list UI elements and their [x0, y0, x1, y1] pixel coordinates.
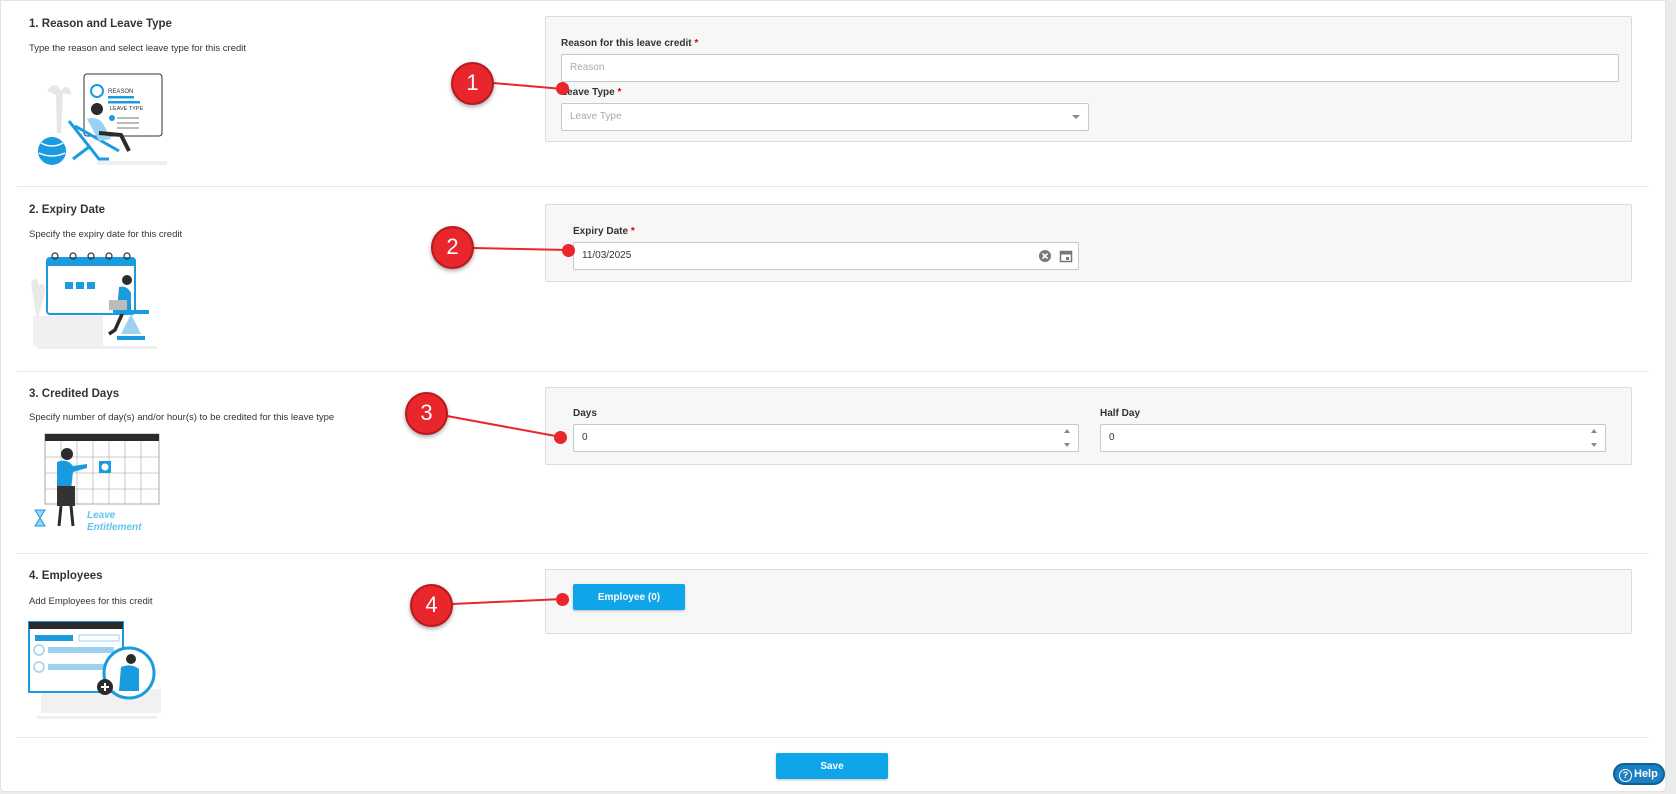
callout-leader-lines [446, 82, 570, 605]
help-icon: ? [1619, 769, 1632, 782]
callout-badge-2: 2 [431, 226, 474, 269]
leave-credit-form: 1. Reason and Leave Type Type the reason… [0, 0, 1666, 792]
callout-dot-4 [556, 593, 569, 606]
callout-dot-1 [556, 82, 569, 95]
callout-badge-3: 3 [405, 392, 448, 435]
callout-badge-4: 4 [410, 584, 453, 627]
callout-badge-1: 1 [451, 62, 494, 105]
save-button[interactable]: Save [776, 753, 888, 779]
callout-dot-3 [554, 431, 567, 444]
help-button[interactable]: ? Help [1613, 763, 1665, 785]
callout-dot-2 [562, 244, 575, 257]
